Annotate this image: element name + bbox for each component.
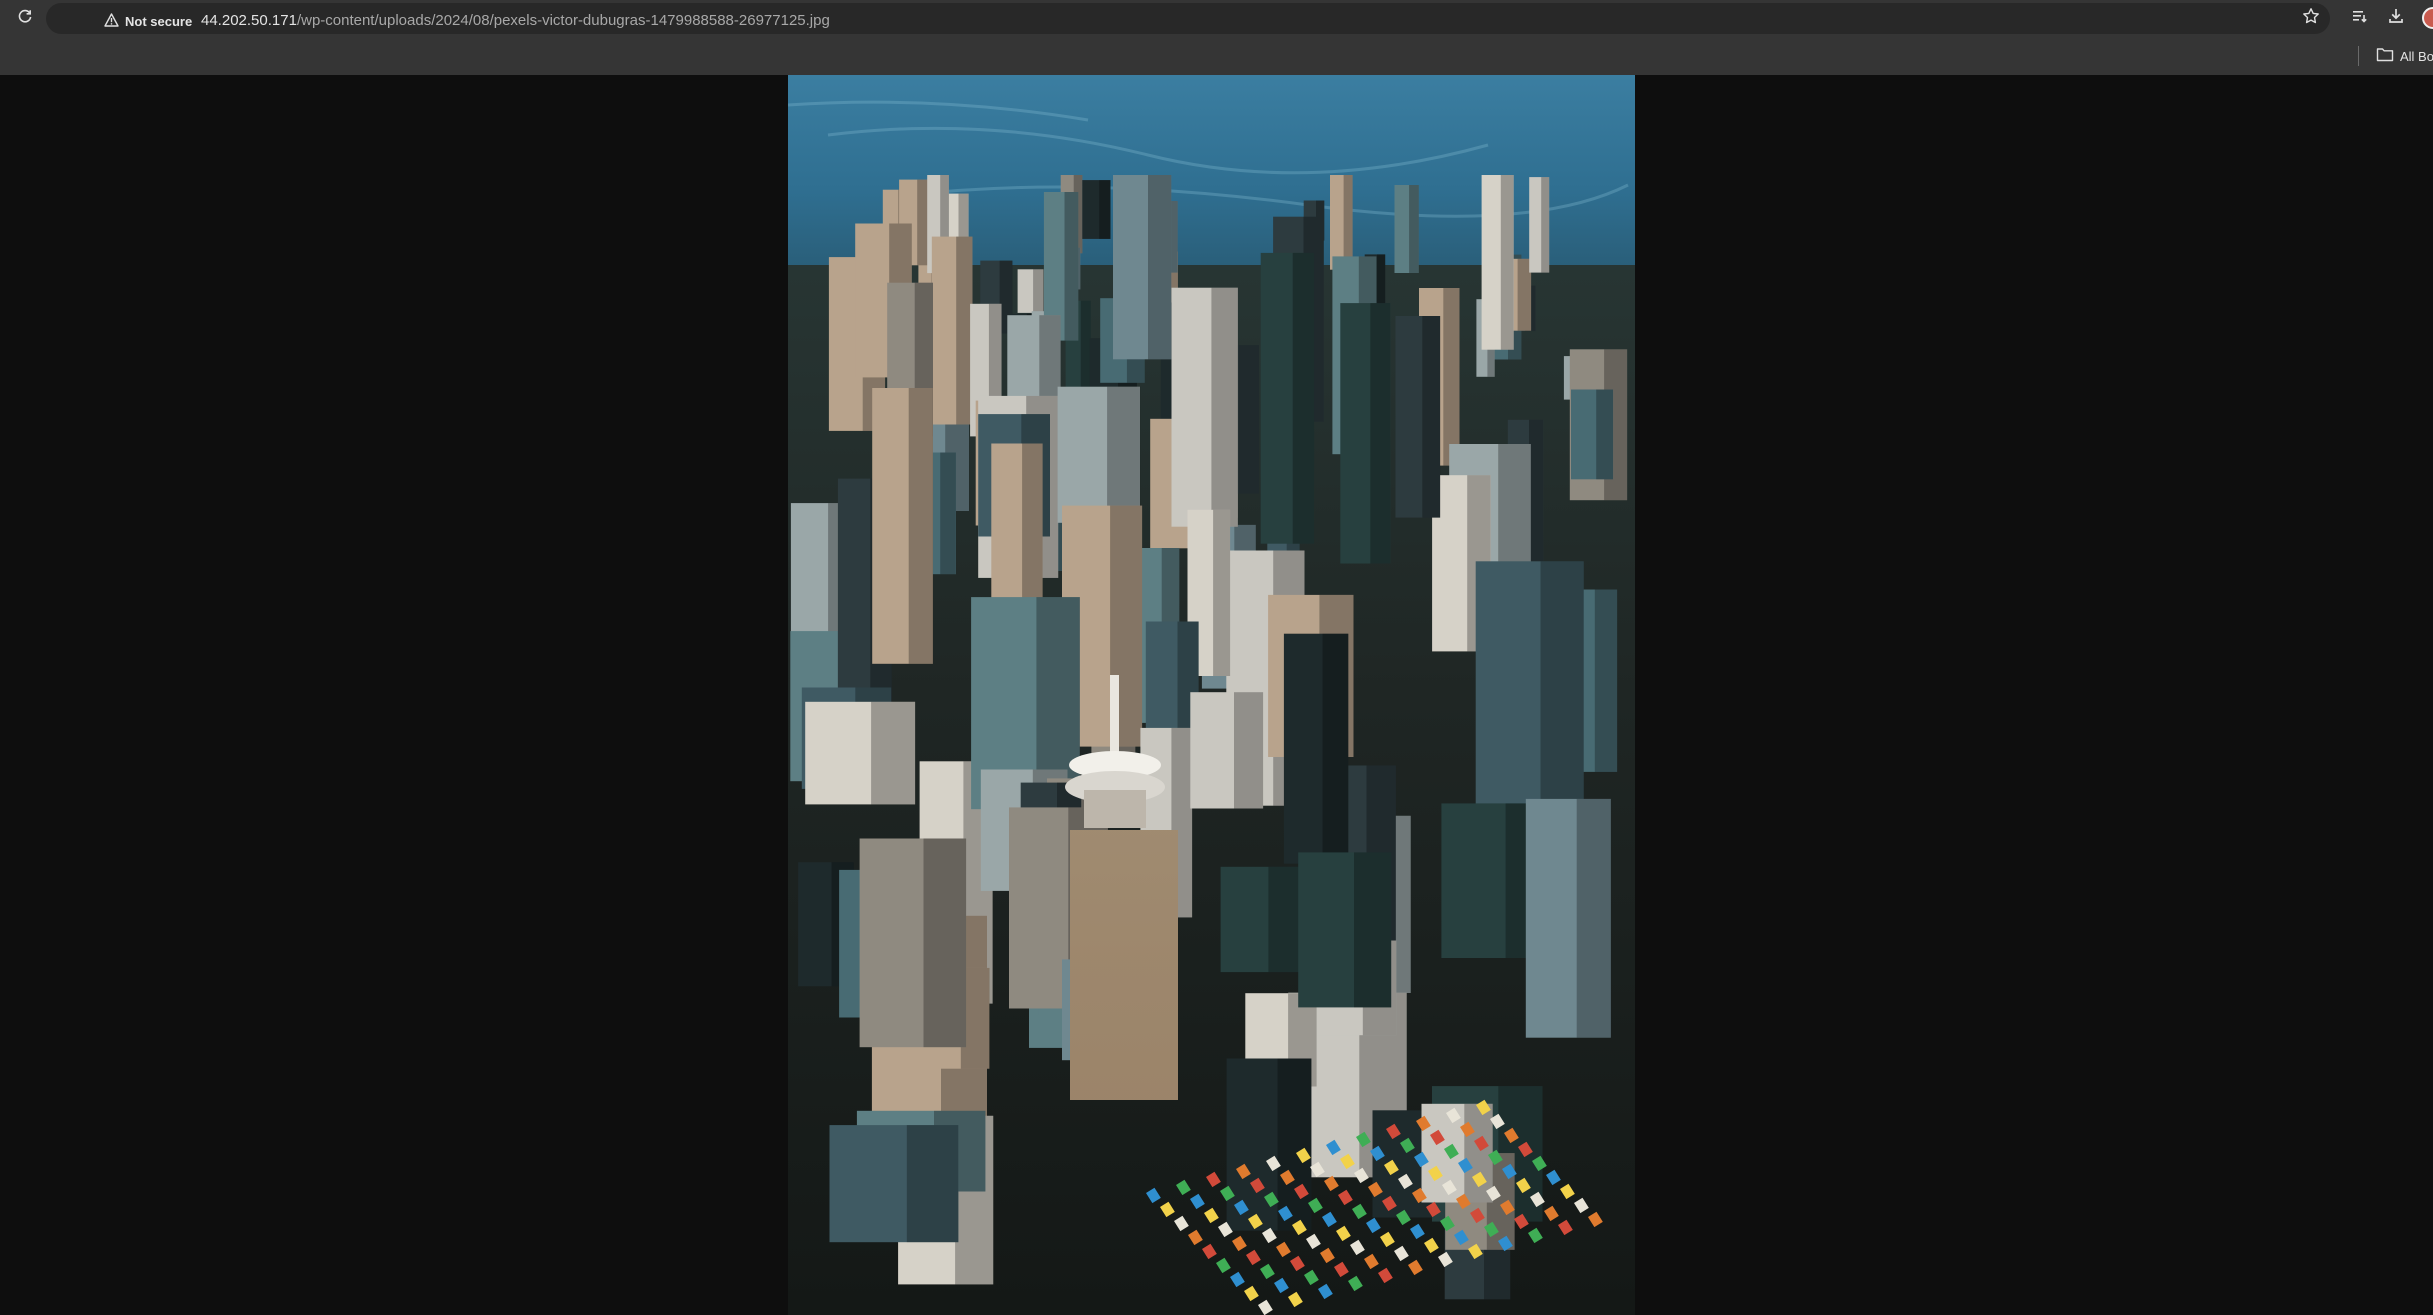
building-shadow xyxy=(1529,419,1544,582)
building-shadow xyxy=(1268,866,1301,973)
building-shadow xyxy=(923,838,967,1048)
building-shadow xyxy=(1213,509,1231,676)
building-shadow xyxy=(1211,287,1238,527)
building-shadow xyxy=(1033,269,1044,313)
download-icon xyxy=(2387,7,2405,30)
building-shadow xyxy=(1443,288,1460,466)
building-shadow xyxy=(1080,300,1091,393)
url-text[interactable]: 44.202.50.171/wp-content/uploads/2024/08… xyxy=(201,11,830,31)
building-shadow xyxy=(908,388,933,664)
reload-icon xyxy=(17,8,33,29)
bookmarks-bar: All Bo xyxy=(0,37,2433,75)
building-shadow xyxy=(1576,798,1611,1038)
building-shadow xyxy=(1596,389,1613,480)
building-shadow xyxy=(1238,345,1259,494)
building-shadow xyxy=(940,452,956,575)
building-shadow xyxy=(1500,175,1514,350)
building-shadow xyxy=(1541,177,1550,273)
reload-button[interactable] xyxy=(13,6,37,30)
tab-search-button[interactable] xyxy=(2348,6,2372,30)
profile-avatar[interactable] xyxy=(2422,7,2433,29)
building-shadow xyxy=(1422,316,1441,518)
site-info-chip[interactable]: Not secure xyxy=(104,10,192,32)
security-label: Not secure xyxy=(125,13,193,29)
building-shadow xyxy=(1234,692,1264,809)
url-path: /wp-content/uploads/2024/08/pexels-victo… xyxy=(296,12,830,29)
building-shadow xyxy=(1464,1103,1493,1203)
building-shadow xyxy=(1148,175,1172,360)
building-shadow xyxy=(1099,180,1111,239)
bookmark-star-button[interactable] xyxy=(2299,6,2323,30)
address-bar[interactable]: Not secure 44.202.50.171/wp-content/uplo… xyxy=(46,3,2330,34)
all-bookmarks-button[interactable]: All Bo xyxy=(2376,45,2433,67)
tab-search-icon xyxy=(2351,7,2369,30)
building-shadow xyxy=(906,1125,959,1243)
photo-illustration xyxy=(788,75,1635,1315)
building-shadow xyxy=(1107,386,1141,523)
building-shadow xyxy=(1517,258,1532,331)
building-shadow xyxy=(1594,589,1618,772)
image-viewer xyxy=(0,75,2433,1315)
warning-icon xyxy=(104,12,119,30)
browser-toolbar: Not secure 44.202.50.171/wp-content/uplo… xyxy=(0,0,2433,37)
building-shadow xyxy=(871,701,916,805)
building-shadow xyxy=(1292,252,1315,544)
city-skyline-photo[interactable] xyxy=(788,75,1635,1315)
building-shadow xyxy=(1354,852,1392,1008)
building-shadow xyxy=(1409,185,1419,273)
folder-icon xyxy=(2376,47,2394,65)
url-host: 44.202.50.171 xyxy=(201,12,297,29)
downloads-button[interactable] xyxy=(2384,6,2408,30)
star-icon xyxy=(2302,7,2320,30)
building-shadow xyxy=(1277,1058,1312,1231)
building-shadow xyxy=(1064,192,1079,341)
building-shadow xyxy=(1540,561,1584,806)
building-shadow xyxy=(956,236,973,425)
all-bookmarks-label: All Bo xyxy=(2400,48,2433,64)
bookmarks-separator xyxy=(2358,46,2359,66)
building-shadow xyxy=(1322,633,1349,864)
building-shadow xyxy=(1343,175,1353,270)
building-shadow xyxy=(1370,303,1391,564)
